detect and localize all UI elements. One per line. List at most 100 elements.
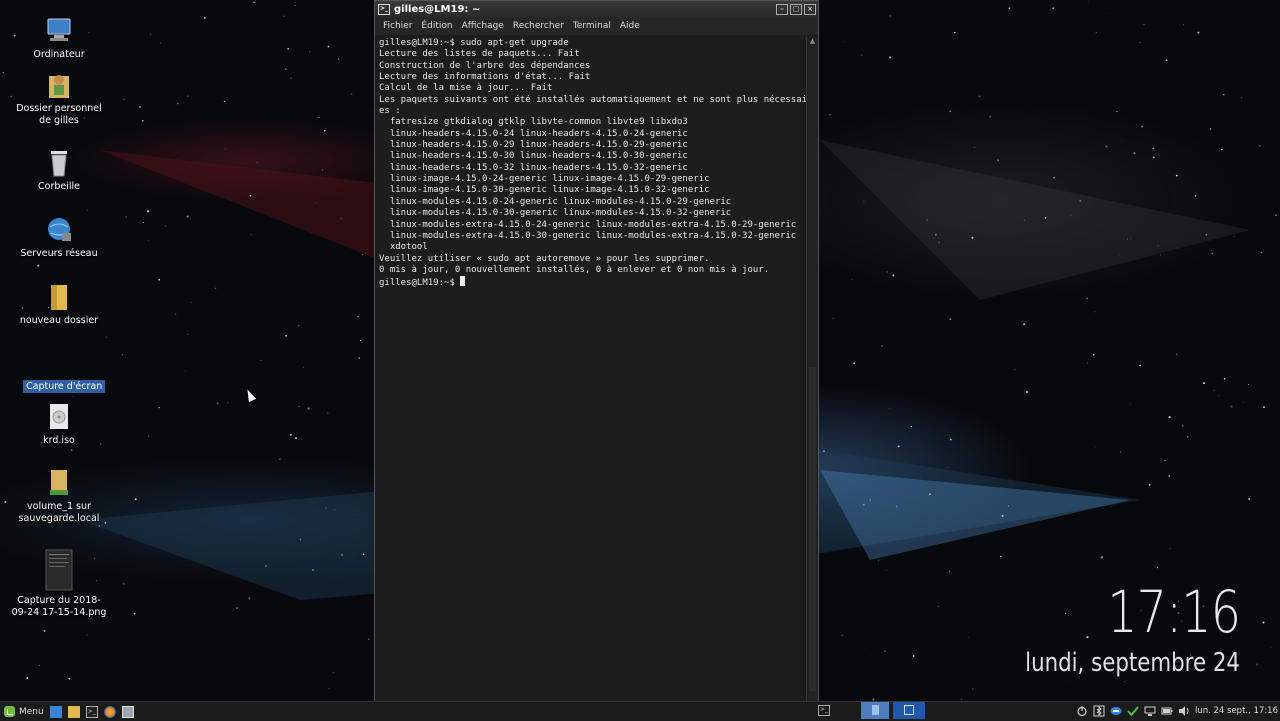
star [884, 650, 885, 651]
star [1071, 215, 1072, 216]
desktop-icon-network[interactable]: Serveurs réseau [11, 215, 107, 260]
star [1088, 1, 1089, 2]
star [1259, 145, 1260, 146]
update-ok-icon[interactable] [1127, 705, 1139, 717]
menu-affichage[interactable]: Affichage [462, 21, 504, 31]
scroll-up-icon[interactable]: ▲ [807, 37, 818, 45]
battery-icon[interactable] [1161, 705, 1173, 717]
show-desktop-icon[interactable] [50, 706, 62, 718]
star [852, 279, 853, 280]
star [1256, 664, 1258, 666]
desktop-icon-home[interactable]: Dossier personnel de gilles [11, 70, 107, 127]
star [191, 302, 192, 303]
star [204, 17, 206, 19]
star [1164, 460, 1165, 461]
star [1140, 42, 1141, 43]
star [261, 360, 262, 361]
terminal-prompt-line[interactable]: gilles@LM19:~$ [379, 276, 802, 289]
menu-button[interactable]: Menu [0, 706, 44, 717]
minimize-icon[interactable]: – [776, 4, 788, 15]
star [898, 445, 900, 447]
star [328, 46, 330, 48]
desktop-icon-new-folder[interactable]: nouveau dossier [11, 282, 107, 327]
bluetooth-icon[interactable] [1093, 705, 1105, 717]
terminal-line: Les paquets suivants ont été installés a… [379, 95, 802, 106]
maximize-icon[interactable]: □ [790, 4, 802, 15]
scrollbar-thumb[interactable] [809, 367, 816, 691]
star [1223, 94, 1224, 95]
star [150, 34, 151, 35]
star [1169, 416, 1171, 418]
desktop-icon-volume[interactable]: volume_1 sur sauvegarde.local [11, 468, 107, 525]
menu-aide[interactable]: Aide [620, 21, 640, 31]
terminal-line: linux-headers-4.15.0-24 linux-headers-4.… [379, 129, 802, 140]
star [896, 505, 898, 507]
star [863, 504, 865, 506]
volume-icon[interactable] [1178, 705, 1190, 717]
network-globe-icon [42, 215, 76, 245]
terminal-icon[interactable]: >_ [86, 706, 98, 718]
menu-fichier[interactable]: Fichier [383, 21, 412, 31]
desktop-icon-label: volume_1 sur sauvegarde.local [19, 501, 100, 524]
firefox-icon[interactable] [104, 706, 116, 718]
terminal-window[interactable]: >_ gilles@LM19: ~ – □ × Fichier Édition … [374, 0, 819, 702]
star [134, 613, 136, 615]
star [1053, 177, 1055, 179]
star [1096, 448, 1097, 449]
star [1234, 236, 1235, 237]
star [864, 201, 865, 202]
workspace-1[interactable] [861, 702, 889, 719]
terminal-line: linux-modules-extra-4.15.0-30-generic li… [379, 231, 802, 242]
star [842, 635, 844, 637]
taskbar-clock[interactable]: lun. 24 sept., 17:16 [1195, 706, 1278, 716]
terminal-titlebar[interactable]: >_ gilles@LM19: ~ – □ × [375, 1, 818, 17]
star [1243, 402, 1244, 403]
desktop-icon-trash[interactable]: Corbeille [11, 148, 107, 193]
star [881, 345, 883, 347]
star [123, 583, 125, 585]
star [1221, 149, 1223, 151]
star [1065, 613, 1066, 614]
star [368, 638, 370, 640]
star [1203, 382, 1205, 384]
star [829, 114, 830, 115]
files-icon[interactable] [68, 706, 80, 718]
star [158, 279, 160, 281]
star [37, 265, 39, 267]
menu-rechercher[interactable]: Rechercher [513, 21, 564, 31]
network-icon[interactable] [1144, 705, 1156, 717]
desktop-icon-png[interactable]: Capture du 2018-09-24 17-15-14.png [11, 548, 107, 619]
trash-icon [42, 148, 76, 178]
star [1176, 175, 1178, 177]
star [1058, 289, 1059, 290]
chat-icon[interactable] [1110, 705, 1122, 717]
workspace-2[interactable] [893, 702, 925, 719]
star [1261, 252, 1262, 253]
screenshot-icon[interactable] [122, 706, 134, 718]
terminal-output[interactable]: gilles@LM19:~$ sudo apt-get upgradeLectu… [375, 37, 806, 701]
menu-edition[interactable]: Édition [421, 21, 452, 31]
star [890, 15, 891, 16]
desktop-icon-screenshot-selected[interactable]: Capture d'écran [23, 380, 105, 393]
star [283, 16, 285, 18]
star [1139, 365, 1141, 367]
star [1248, 384, 1249, 385]
power-icon[interactable] [1076, 705, 1088, 717]
star [187, 334, 188, 335]
taskbar-terminal-button[interactable]: >_ [818, 705, 830, 716]
star [1002, 515, 1004, 517]
star [215, 288, 217, 290]
star [363, 553, 365, 555]
window-title: gilles@LM19: ~ [394, 4, 776, 15]
terminal-scrollbar[interactable]: ▲ [806, 37, 818, 701]
desktop-icon-computer[interactable]: Ordinateur [11, 16, 107, 61]
close-icon[interactable]: × [804, 4, 816, 15]
star [889, 56, 891, 58]
star [338, 58, 339, 59]
menu-terminal[interactable]: Terminal [573, 21, 611, 31]
terminal-line: es : [379, 106, 802, 117]
mouse-pointer-icon [244, 388, 256, 402]
desktop-icon-iso[interactable]: krd.iso [11, 402, 107, 447]
star [1230, 406, 1232, 408]
desktop-icon-label: Corbeille [38, 181, 80, 192]
